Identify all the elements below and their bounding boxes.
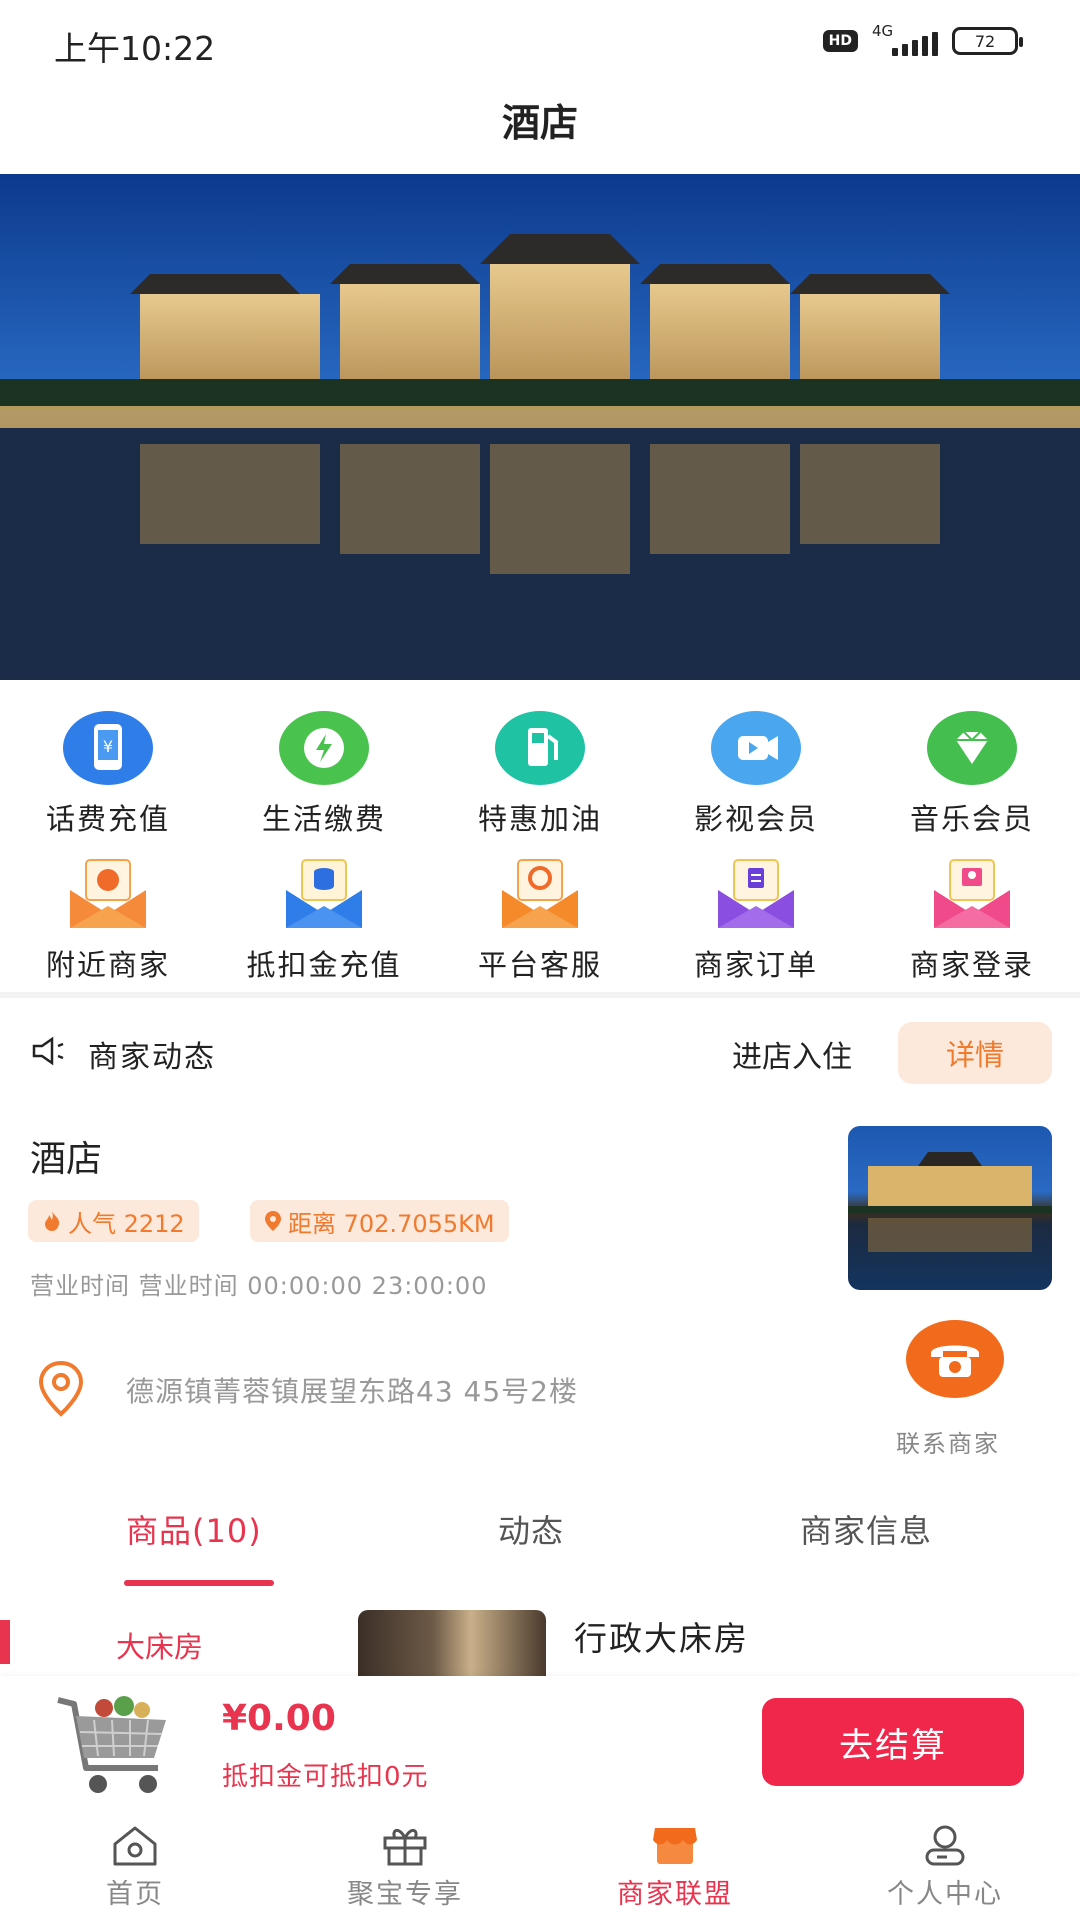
- nav-merchant-alliance[interactable]: 商家联盟: [540, 1816, 810, 1920]
- nav-label: 首页: [106, 1879, 164, 1910]
- quick-action-video-member[interactable]: 影视会员: [648, 710, 864, 856]
- quick-action-label: 话费充值: [45, 802, 170, 836]
- fuel-pump-icon: [494, 710, 586, 786]
- shopping-cart-icon[interactable]: [54, 1690, 174, 1800]
- page-title: 酒店: [501, 101, 578, 145]
- diamond-icon: [926, 710, 1018, 786]
- customer-service-envelope-icon: [494, 856, 586, 932]
- nearby-shops-envelope-icon: [62, 856, 154, 932]
- category-item[interactable]: 大床房: [116, 1624, 203, 1666]
- quick-action-label: 抵扣金充值: [246, 948, 402, 982]
- coin-stack-envelope-icon: [278, 856, 370, 932]
- section-divider: [0, 992, 1080, 998]
- merchant-news-bar: 商家动态 进店入住 详情: [0, 1016, 1080, 1086]
- details-button[interactable]: 详情: [898, 1022, 1052, 1084]
- popularity-badge: 人气 2212: [28, 1200, 199, 1242]
- svg-text:¥: ¥: [103, 737, 113, 756]
- battery-icon: 72: [952, 27, 1023, 55]
- quick-action-nearby-shops[interactable]: 附近商家: [0, 856, 216, 996]
- hotel-banner-image[interactable]: [0, 174, 1080, 680]
- flame-icon: [45, 1211, 60, 1231]
- merchant-login-envelope-icon: [926, 856, 1018, 932]
- profile-icon: [925, 1825, 965, 1866]
- quick-action-label: 音乐会员: [909, 802, 1034, 836]
- distance-text: 距离 702.7055KM: [288, 1209, 495, 1238]
- quick-action-customer-service[interactable]: 平台客服: [432, 856, 648, 996]
- video-camera-icon: [710, 710, 802, 786]
- tab-merchant-info[interactable]: 商家信息: [800, 1506, 932, 1552]
- quick-action-utility-payment[interactable]: 生活缴费: [216, 710, 432, 856]
- quick-action-merchant-login[interactable]: 商家登录: [864, 856, 1080, 996]
- quick-action-label: 商家订单: [693, 948, 818, 982]
- quick-action-label: 特惠加油: [477, 802, 602, 836]
- telephone-icon: [931, 1345, 979, 1377]
- category-active-indicator: [0, 1620, 10, 1664]
- nav-label: 商家联盟: [617, 1879, 733, 1910]
- contact-merchant-label[interactable]: 联系商家: [896, 1424, 1000, 1459]
- shop-thumbnail-image[interactable]: [848, 1126, 1052, 1290]
- quick-action-music-member[interactable]: 音乐会员: [864, 710, 1080, 856]
- network-type: 4G: [872, 22, 894, 40]
- deduction-note: 抵扣金可抵扣0元: [222, 1762, 429, 1792]
- phone-recharge-icon: ¥: [62, 710, 154, 786]
- quick-actions-grid: ¥ 话费充值 生活缴费 特惠加油 影视会员 音乐会员 附近商家 抵扣金充值 平台…: [0, 710, 1080, 996]
- news-label: 商家动态: [88, 1040, 216, 1075]
- news-ticker[interactable]: 进店入住: [732, 1032, 872, 1076]
- nav-exclusive[interactable]: 聚宝专享: [270, 1816, 540, 1920]
- status-time: 上午10:22: [54, 29, 216, 68]
- speaker-icon: [32, 1036, 64, 1066]
- quick-action-label: 商家登录: [909, 948, 1034, 982]
- cart-total-price: ¥0.00: [222, 1698, 336, 1739]
- content-tabs: 商品(10) 动态 商家信息: [0, 1506, 1080, 1586]
- quick-action-deduction-recharge[interactable]: 抵扣金充值: [216, 856, 432, 996]
- shop-name: 酒店: [30, 1139, 103, 1180]
- signal-icon: 4G: [872, 22, 938, 58]
- nav-label: 个人中心: [887, 1879, 1003, 1910]
- quick-action-label: 生活缴费: [261, 802, 386, 836]
- quick-action-label: 影视会员: [693, 802, 818, 836]
- quick-action-phone-recharge[interactable]: ¥ 话费充值: [0, 710, 216, 856]
- status-bar: 上午10:22 HD 4G 72: [0, 0, 1080, 80]
- quick-action-fuel[interactable]: 特惠加油: [432, 710, 648, 856]
- nav-profile[interactable]: 个人中心: [810, 1816, 1080, 1920]
- status-indicators: HD 4G 72: [822, 22, 1023, 58]
- product-title[interactable]: 行政大床房: [574, 1612, 749, 1660]
- nav-home[interactable]: 首页: [0, 1816, 270, 1920]
- nav-label: 聚宝专享: [347, 1879, 463, 1910]
- business-hours: 营业时间 营业时间 00:00:00 23:00:00: [30, 1272, 488, 1300]
- address-pin-icon: [38, 1360, 84, 1417]
- call-merchant-button[interactable]: [906, 1320, 1004, 1398]
- tab-dynamics[interactable]: 动态: [498, 1506, 564, 1552]
- cart-bar: ¥0.00 抵扣金可抵扣0元 去结算: [0, 1676, 1080, 1816]
- order-list-envelope-icon: [710, 856, 802, 932]
- quick-action-merchant-orders[interactable]: 商家订单: [648, 856, 864, 996]
- location-pin-icon: [265, 1211, 281, 1231]
- tab-goods[interactable]: 商品(10): [126, 1506, 262, 1552]
- quick-action-label: 平台客服: [477, 948, 602, 982]
- quick-action-label: 附近商家: [45, 948, 170, 982]
- shop-address: 德源镇菁蓉镇展望东路43 45号2楼: [126, 1375, 578, 1408]
- gift-icon: [383, 1829, 427, 1866]
- store-icon: [653, 1828, 697, 1864]
- active-tab-indicator: [124, 1580, 274, 1586]
- checkout-button[interactable]: 去结算: [762, 1698, 1024, 1786]
- product-image[interactable]: [358, 1610, 546, 1680]
- distance-badge: 距离 702.7055KM: [250, 1200, 509, 1242]
- bottom-nav: 首页 聚宝专享 商家联盟 个人中心: [0, 1816, 1080, 1920]
- hd-badge: HD: [822, 30, 858, 52]
- popularity-text: 人气 2212: [68, 1209, 185, 1238]
- battery-level: 72: [974, 31, 996, 51]
- utility-payment-icon: [278, 710, 370, 786]
- home-icon: [113, 1826, 157, 1866]
